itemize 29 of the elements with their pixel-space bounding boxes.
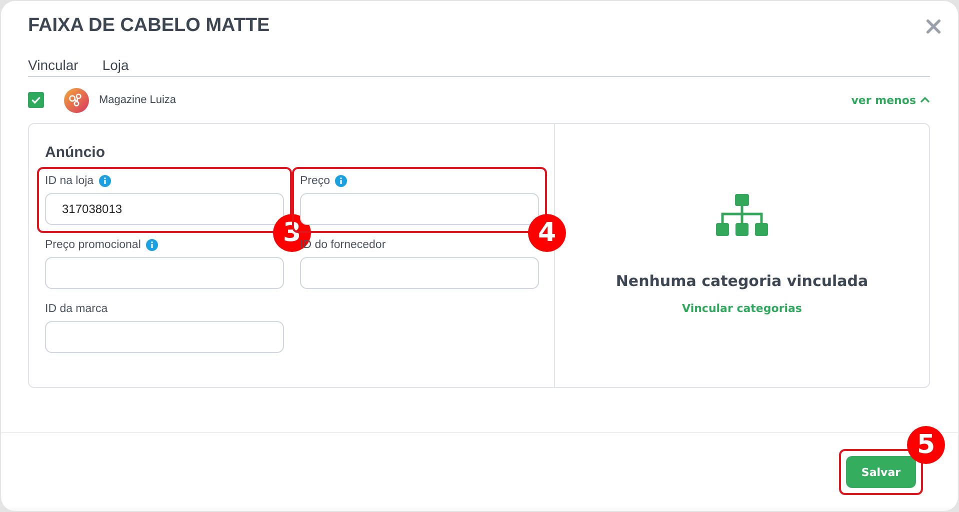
field-label: ID na loja [45,175,94,187]
collapse-link[interactable]: ver menos [851,94,930,106]
info-icon[interactable] [146,239,158,251]
input-field[interactable] [300,257,539,289]
step-badge: 5 [907,426,945,464]
input-field[interactable] [300,193,539,225]
step-badge: 4 [528,214,566,252]
input-field[interactable]: 317038013 [45,193,284,225]
chevron-up-icon [920,95,930,105]
column-header: Vincular [28,57,78,73]
field-label: ID da marca [45,303,108,315]
close-icon[interactable] [926,18,941,34]
check-icon [30,94,42,106]
empty-state-text: Nenhuma categoria vinculada [616,272,868,290]
store-name: Magazine Luiza [99,94,176,106]
checkbox[interactable] [28,92,44,108]
input-field[interactable] [45,321,284,353]
link-categories-link[interactable]: Vincular categorias [682,302,802,315]
store-logo-icon [64,88,89,112]
field-label: Preço promocional [45,239,141,251]
column-header: Loja [102,57,129,73]
info-icon[interactable] [335,175,348,187]
save-button[interactable]: Salvar [846,456,916,488]
section-title: Anúncio [45,144,106,161]
window-title: FAIXA DE CABELO MATTE [28,15,270,37]
hierarchy-icon [716,194,768,236]
info-icon[interactable] [98,175,111,187]
input-field[interactable] [45,257,284,289]
field-label: Preço [300,175,330,187]
